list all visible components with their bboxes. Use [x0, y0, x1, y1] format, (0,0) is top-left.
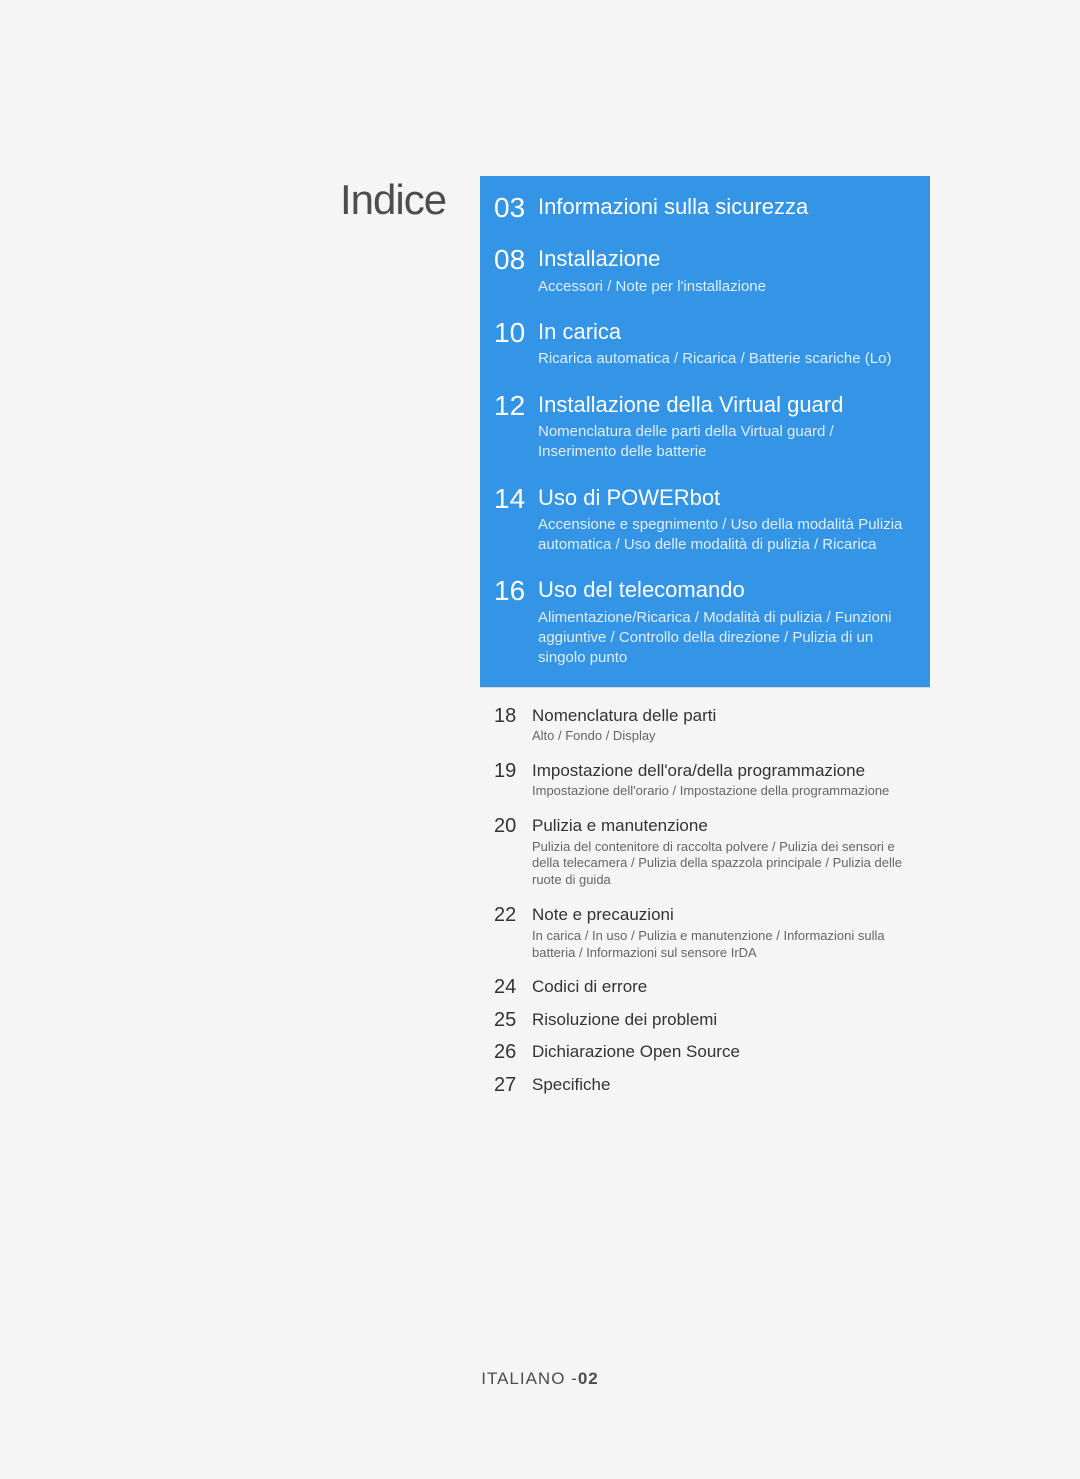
toc-page-number: 26: [494, 1042, 532, 1064]
toc-entry-title: Dichiarazione Open Source: [532, 1042, 908, 1062]
toc-entry-title: In carica: [538, 319, 908, 345]
toc-entry-title: Nomenclatura delle parti: [532, 706, 908, 726]
toc-entry-title: Uso di POWERbot: [538, 485, 908, 511]
toc-entry-title: Installazione: [538, 246, 908, 272]
toc-entry-title: Pulizia e manutenzione: [532, 816, 908, 836]
toc-page-number: 25: [494, 1010, 532, 1032]
toc-page-number: 18: [494, 706, 532, 745]
toc-page-number: 19: [494, 761, 532, 800]
toc-entry-subtitle: Nomenclatura delle parti della Virtual g…: [538, 422, 908, 463]
toc-entry-title: Impostazione dell'ora/della programmazio…: [532, 761, 908, 781]
toc-entry: 24 Codici di errore: [494, 977, 908, 999]
toc-entry: 19 Impostazione dell'ora/della programma…: [494, 761, 908, 800]
toc-page-number: 22: [494, 905, 532, 961]
toc-page-number: 14: [494, 485, 538, 556]
toc-page-number: 03: [494, 194, 538, 224]
toc-entry: 22 Note e precauzioni In carica / In uso…: [494, 905, 908, 961]
toc-entry: 20 Pulizia e manutenzione Pulizia del co…: [494, 816, 908, 889]
toc-entry-subtitle: Accensione e spegnimento / Uso della mod…: [538, 515, 908, 556]
toc-entry: 10 In carica Ricarica automatica / Ricar…: [494, 319, 908, 370]
toc-entry-title: Risoluzione dei problemi: [532, 1010, 908, 1030]
toc-entry-subtitle: Impostazione dell'orario / Impostazione …: [532, 783, 908, 800]
toc-entry-subtitle: In carica / In uso / Pulizia e manutenzi…: [532, 928, 908, 962]
toc-page-number: 16: [494, 577, 538, 668]
toc-entry: 18 Nomenclatura delle parti Alto / Fondo…: [494, 706, 908, 745]
toc-entry: 16 Uso del telecomando Alimentazione/Ric…: [494, 577, 908, 668]
toc-page-number: 12: [494, 392, 538, 463]
toc-entry-subtitle: Alimentazione/Ricarica / Modalità di pul…: [538, 608, 908, 669]
toc-entry-subtitle: Pulizia del contenitore di raccolta polv…: [532, 839, 908, 890]
footer-language: ITALIANO -: [481, 1369, 578, 1388]
toc-entry-title: Informazioni sulla sicurezza: [538, 194, 908, 220]
toc-entry: 27 Specifiche: [494, 1075, 908, 1097]
page-footer: ITALIANO -02: [0, 1369, 1080, 1479]
toc-entry-subtitle: Ricarica automatica / Ricarica / Batteri…: [538, 349, 908, 369]
toc-entry: 08 Installazione Accessori / Note per l'…: [494, 246, 908, 297]
toc-page-number: 27: [494, 1075, 532, 1097]
toc-entry-title: Specifiche: [532, 1075, 908, 1095]
table-of-contents: 03 Informazioni sulla sicurezza 08 Insta…: [480, 176, 1080, 1369]
toc-entry-title: Codici di errore: [532, 977, 908, 997]
toc-primary-section: 03 Informazioni sulla sicurezza 08 Insta…: [480, 176, 930, 687]
toc-page-number: 24: [494, 977, 532, 999]
toc-entry: 14 Uso di POWERbot Accensione e spegnime…: [494, 485, 908, 556]
toc-entry-title: Note e precauzioni: [532, 905, 908, 925]
toc-page-number: 10: [494, 319, 538, 370]
toc-entry: 03 Informazioni sulla sicurezza: [494, 194, 908, 224]
page-title: Indice: [340, 176, 480, 224]
toc-secondary-section: 18 Nomenclatura delle parti Alto / Fondo…: [480, 687, 930, 1125]
toc-entry: 26 Dichiarazione Open Source: [494, 1042, 908, 1064]
toc-entry: 12 Installazione della Virtual guard Nom…: [494, 392, 908, 463]
footer-page-number: 02: [578, 1369, 599, 1388]
toc-page-number: 08: [494, 246, 538, 297]
toc-page-number: 20: [494, 816, 532, 889]
toc-entry: 25 Risoluzione dei problemi: [494, 1010, 908, 1032]
toc-entry-title: Installazione della Virtual guard: [538, 392, 908, 418]
toc-entry-title: Uso del telecomando: [538, 577, 908, 603]
toc-entry-subtitle: Accessori / Note per l'installazione: [538, 277, 908, 297]
toc-entry-subtitle: Alto / Fondo / Display: [532, 728, 908, 745]
